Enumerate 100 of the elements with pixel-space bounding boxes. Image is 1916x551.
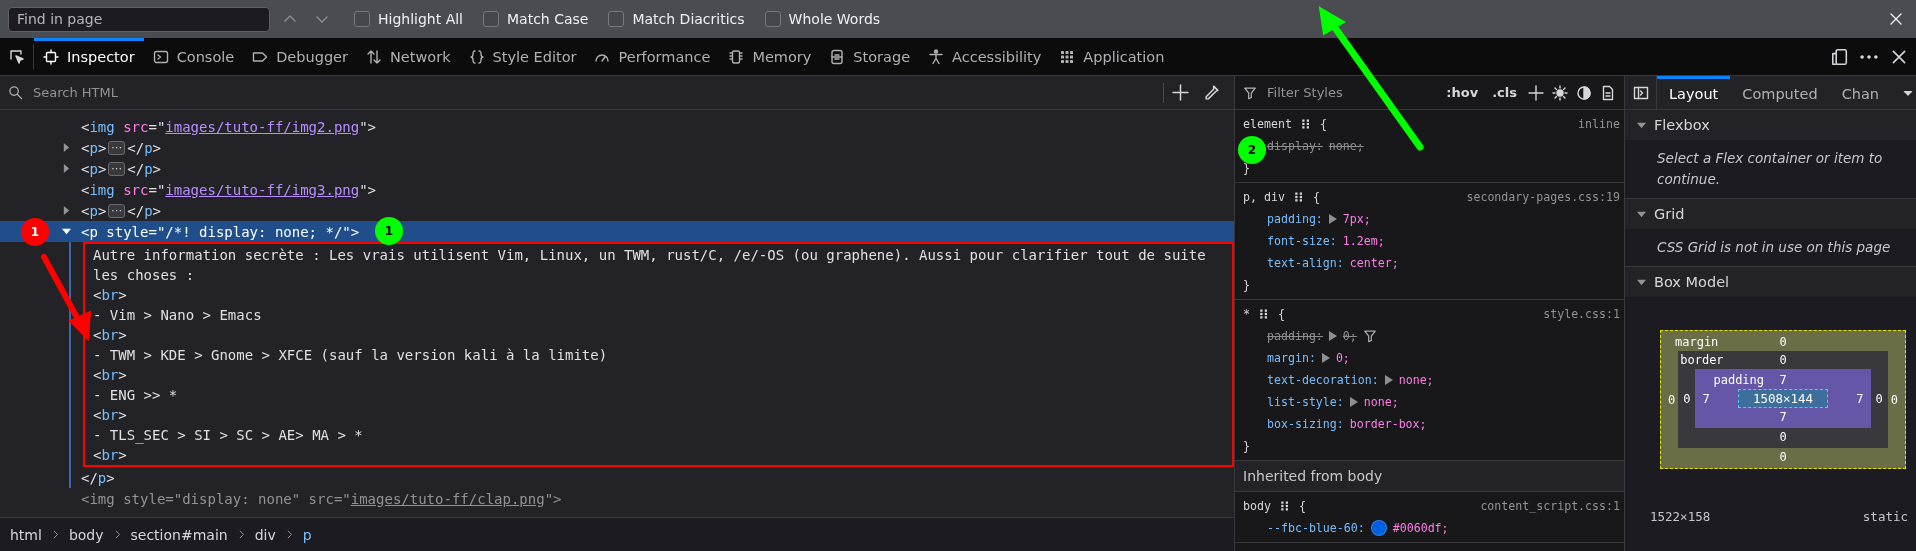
tool-tab[interactable]: Accessibility	[919, 38, 1051, 75]
property-value[interactable]: 0;	[1342, 329, 1357, 343]
breadcrumb[interactable]: section#main	[130, 526, 228, 543]
expand-button[interactable]: ⋯	[108, 140, 126, 155]
section-title[interactable]: Box Model	[1654, 274, 1730, 290]
markup-code: <p>	[81, 160, 107, 177]
tool-tab[interactable]: Style Editor	[459, 38, 586, 75]
resource-link[interactable]: images/tuto-ff/img3.png	[165, 181, 360, 198]
option-label[interactable]: Match Case	[507, 11, 589, 27]
twisty-icon[interactable]	[62, 143, 71, 152]
highlighter-icon	[1299, 118, 1312, 130]
filter-field[interactable]: Filter Styles	[1265, 84, 1436, 101]
property-name[interactable]: display:	[1267, 139, 1323, 153]
expand-icon[interactable]	[1328, 214, 1337, 224]
color-swatch[interactable]	[1370, 520, 1387, 536]
property-name[interactable]: text-align:	[1267, 256, 1344, 270]
stylesheet-link[interactable]: content_script.css:1	[1480, 499, 1620, 513]
inherited-header: Inherited from body	[1235, 461, 1624, 492]
node-row[interactable]: <img src="images/tuto-ff/img2.png">	[0, 116, 1234, 137]
twisty-icon[interactable]	[1637, 278, 1646, 287]
property-value[interactable]: border-box;	[1349, 417, 1427, 431]
toggle-button[interactable]: .cls	[1489, 85, 1520, 100]
toggle-button[interactable]: :hov	[1443, 85, 1482, 100]
property-name[interactable]: padding:	[1267, 329, 1323, 343]
twisty-icon[interactable]	[62, 164, 71, 173]
search-field[interactable]: Search HTML	[31, 84, 1155, 101]
checkbox[interactable]	[483, 11, 499, 27]
tool-tab[interactable]: Memory	[719, 38, 821, 75]
property-name[interactable]: margin:	[1267, 351, 1316, 365]
stylesheet-link[interactable]: inline	[1578, 117, 1620, 131]
tool-tab[interactable]: Performance	[585, 38, 720, 75]
breadcrumb[interactable]: p	[302, 526, 312, 543]
node-row[interactable]: <p> ⋯ </p>	[0, 137, 1234, 158]
property-name[interactable]: font-size:	[1267, 234, 1337, 248]
property-value[interactable]: #0060df;	[1392, 521, 1449, 535]
property-name[interactable]: box-sizing:	[1267, 417, 1344, 431]
section-title[interactable]: Flexbox	[1654, 117, 1710, 133]
expand-button[interactable]: ⋯	[108, 203, 126, 218]
checkbox[interactable]	[354, 11, 370, 27]
tool-tab[interactable]: Application	[1050, 38, 1174, 75]
expand-icon[interactable]	[1321, 353, 1330, 363]
node-row[interactable]: <p> ⋯ </p>	[0, 158, 1234, 179]
markup-code: <img style="display: none" src="	[81, 490, 351, 507]
breadcrumb[interactable]: html	[10, 526, 42, 543]
section-header[interactable]: Box Model	[1625, 267, 1916, 297]
stylesheet-link[interactable]: style.css:1	[1543, 307, 1620, 321]
tool-tab[interactable]: Console	[143, 38, 244, 75]
twisty-icon[interactable]	[1637, 210, 1646, 219]
more-button[interactable]	[1860, 54, 1878, 59]
section-header[interactable]: Flexbox	[1625, 110, 1916, 140]
sidebar-tab[interactable]: Chan	[1829, 76, 1891, 109]
property-value[interactable]: none;	[1363, 395, 1399, 409]
tool-tab[interactable]: Storage	[820, 38, 920, 75]
node-row[interactable]: <img style="display: none" src="images/tuto-ff/clap.png">	[0, 488, 1234, 509]
section-title[interactable]: Grid	[1654, 206, 1685, 222]
filter-button[interactable]	[1362, 329, 1377, 343]
add-rule-button[interactable]	[1528, 84, 1544, 101]
markup-code: </p>	[127, 160, 162, 177]
property-value[interactable]: 1.2em;	[1342, 234, 1385, 248]
option-label[interactable]: Match Diacritics	[632, 11, 745, 27]
tool-tab[interactable]: Network	[357, 38, 460, 75]
resource-link[interactable]: images/tuto-ff/img2.png	[165, 118, 360, 135]
expand-icon[interactable]	[1384, 375, 1393, 385]
tool-tab[interactable]: Debugger	[243, 38, 357, 75]
section-header[interactable]: Grid	[1625, 199, 1916, 229]
find-field[interactable]: Find in page	[8, 6, 270, 32]
expand-icon[interactable]	[1328, 331, 1337, 341]
add-node-button[interactable]	[1172, 84, 1189, 101]
property-name[interactable]: padding:	[1267, 212, 1323, 226]
checkbox[interactable]	[608, 11, 625, 27]
eyedropper-button[interactable]	[1203, 84, 1220, 101]
expand-icon[interactable]	[1349, 397, 1358, 407]
stylesheet-link[interactable]: secondary-pages.css:19	[1466, 190, 1620, 204]
option-label[interactable]: Whole Words	[788, 11, 881, 27]
sidebar-tab[interactable]: Computed	[1730, 76, 1830, 109]
dark-mode-button[interactable]	[1576, 84, 1592, 101]
resource-link[interactable]: images/tuto-ff/clap.png	[350, 490, 545, 507]
property-value[interactable]: none;	[1398, 373, 1434, 387]
twisty-icon[interactable]	[62, 227, 71, 236]
twisty-icon[interactable]	[1637, 121, 1646, 130]
property-value[interactable]: center;	[1349, 256, 1399, 270]
property-value[interactable]: 7px;	[1342, 212, 1371, 226]
property-name[interactable]: --fbc-blue-60:	[1267, 521, 1365, 535]
light-mode-button[interactable]	[1552, 84, 1568, 101]
breadcrumb[interactable]: body	[68, 526, 104, 543]
checkbox[interactable]	[764, 11, 781, 27]
markup-code: <p>	[81, 139, 107, 156]
chip-icon	[728, 48, 745, 65]
property-name[interactable]: text-decoration:	[1267, 373, 1379, 387]
property-value[interactable]: none;	[1328, 139, 1364, 153]
node-row[interactable]: <img src="images/tuto-ff/img3.png">	[0, 179, 1234, 200]
property-name[interactable]: list-style:	[1267, 395, 1344, 409]
expand-button[interactable]: ⋯	[108, 161, 126, 176]
property-value[interactable]: 0;	[1335, 351, 1350, 365]
responsive-mode-button[interactable]	[1830, 47, 1848, 66]
rule-selector: p, div	[1243, 190, 1285, 204]
twisty-icon[interactable]	[62, 206, 71, 215]
option-label[interactable]: Highlight All	[378, 11, 463, 27]
breadcrumb[interactable]: div	[254, 526, 276, 543]
print-mode-button[interactable]	[1600, 84, 1616, 101]
